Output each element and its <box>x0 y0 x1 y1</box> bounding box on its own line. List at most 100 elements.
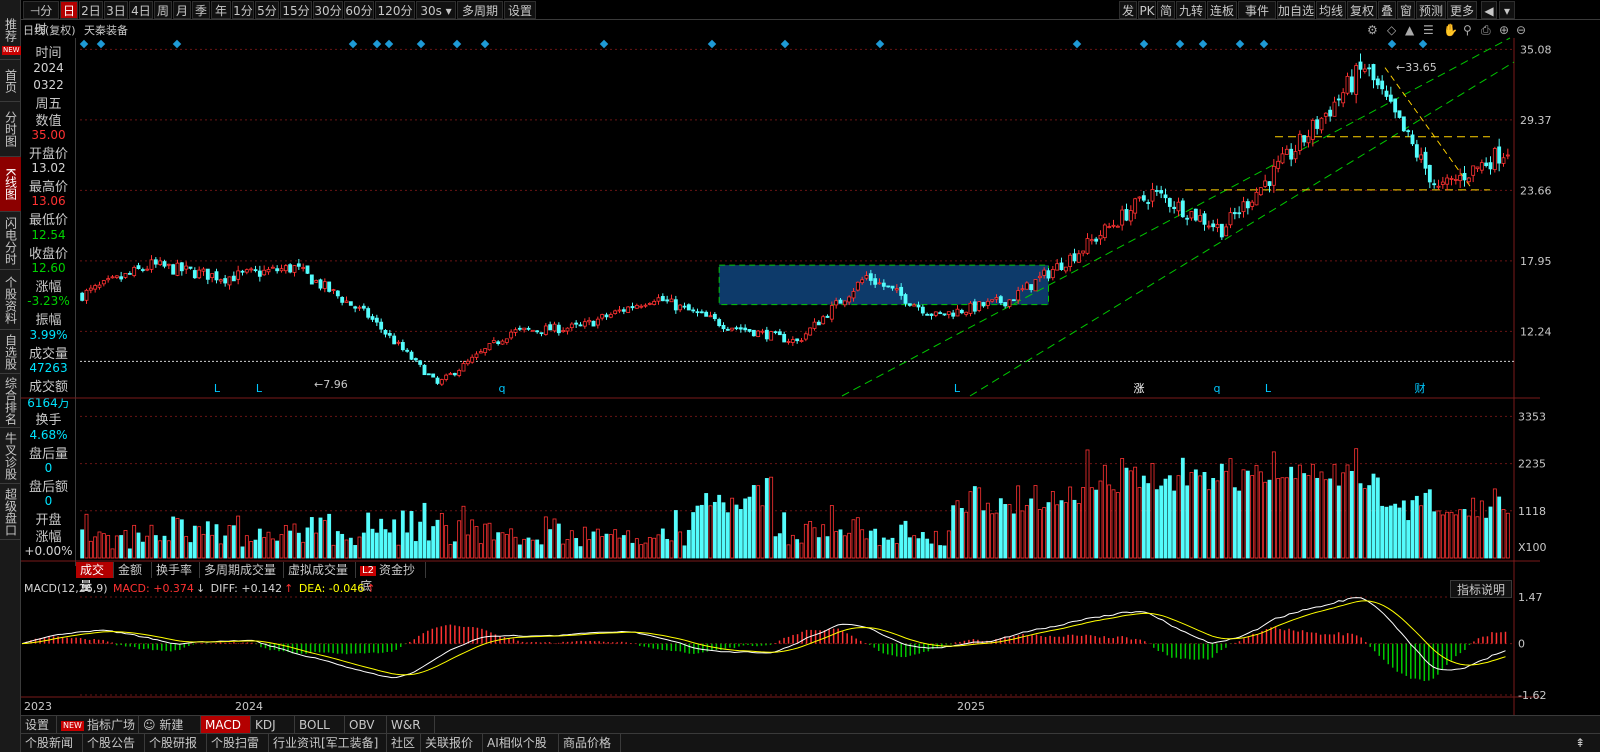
indicator-tab-5[interactable]: BOLL <box>295 716 345 734</box>
info-tab-6[interactable]: 关联报价 <box>421 734 483 752</box>
info-tab-7[interactable]: AI相似个股 <box>483 734 559 752</box>
volume-bar <box>1189 472 1194 559</box>
candle-body <box>309 274 314 285</box>
indicator-tab-2[interactable]: ☺ 新建 <box>139 716 201 734</box>
info-diamond-icon <box>172 39 182 49</box>
volume-tab-1[interactable]: 金额 <box>114 562 152 578</box>
volume-bar <box>171 516 176 559</box>
volume-bar <box>1436 510 1441 559</box>
macd-axis-label: -1.62 <box>1518 689 1546 702</box>
candle-body <box>1245 201 1250 209</box>
volume-bar <box>1393 503 1398 559</box>
candle-body <box>110 276 115 279</box>
volume-tab-3[interactable]: 多周期成交量 <box>200 562 284 578</box>
indicator-tab-6[interactable]: OBV <box>345 716 387 734</box>
candle-body <box>396 341 401 344</box>
volume-bar <box>288 530 293 559</box>
candle-body <box>504 338 509 343</box>
volume-tab-4[interactable]: 虚拟成交量 <box>284 562 356 578</box>
info-tab-2[interactable]: 个股研报 <box>145 734 207 752</box>
candle-body <box>1011 299 1016 302</box>
candle-body <box>257 270 262 277</box>
kline-chart[interactable]: 35.08 29.37 23.66 17.95 12.24 ←33.65 ←7.96 L Lq L… <box>0 0 1600 752</box>
volume-bar <box>526 537 531 559</box>
volume-bar <box>530 539 535 559</box>
candle-body <box>751 329 756 337</box>
candle-body <box>899 286 904 296</box>
candle-body <box>448 373 453 376</box>
candle-body <box>1423 151 1428 169</box>
candle-body <box>738 327 743 330</box>
indicator-tab-4[interactable]: KDJ <box>251 716 295 734</box>
candle-body <box>1306 136 1311 144</box>
candle-body <box>1033 279 1038 292</box>
volume-bar <box>660 528 665 559</box>
info-tab-0[interactable]: 个股新闻 <box>21 734 83 752</box>
indicator-tab-7[interactable]: W&R <box>387 716 435 734</box>
candle-body <box>821 316 826 325</box>
candle-body <box>322 281 327 289</box>
candle-body <box>816 321 821 326</box>
candle-body <box>1089 239 1094 242</box>
info-tab-3[interactable]: 个股扫雷 <box>207 734 269 752</box>
candle-body <box>782 333 787 343</box>
volume-bar <box>561 543 566 559</box>
volume-bar <box>1458 509 1463 559</box>
candle-body <box>786 341 791 343</box>
volume-bar <box>1003 504 1008 559</box>
volume-tab-5[interactable]: L2 资金抄底 <box>356 562 426 593</box>
indicator-tab-0[interactable]: 设置 <box>21 716 57 734</box>
info-diamond-icon <box>1387 39 1397 49</box>
volume-bar <box>829 505 834 559</box>
volume-tab-2[interactable]: 换手率 <box>152 562 200 578</box>
indicator-tab-3[interactable]: MACD <box>201 716 251 734</box>
volume-bar <box>123 530 128 559</box>
volume-bar <box>340 533 345 559</box>
volume-tab-0[interactable]: 成交量 <box>76 562 114 593</box>
info-tab-1[interactable]: 个股公告 <box>83 734 145 752</box>
info-tab-4[interactable]: 行业资讯[军工装备] <box>269 734 387 752</box>
candle-body <box>1380 80 1385 90</box>
volume-bar <box>179 519 184 559</box>
candle-body <box>348 301 353 306</box>
indicator-help-button[interactable]: 指标说明 <box>1450 580 1512 598</box>
volume-bar <box>838 529 843 559</box>
info-tab-5[interactable]: 社区 <box>387 734 421 752</box>
macd-axis-label: 1.47 <box>1518 591 1543 604</box>
candle-body <box>461 363 466 372</box>
info-diamond-icon <box>875 39 885 49</box>
volume-bar <box>751 485 756 559</box>
info-diamond-icon <box>416 39 426 49</box>
indicator-tab-1[interactable]: NEW 指标广场 <box>57 716 139 734</box>
chart-tool-icon-0: ⚙ <box>1367 23 1378 37</box>
volume-bar <box>1423 492 1428 559</box>
volume-bar <box>262 537 267 559</box>
info-tab-8[interactable]: 商品价格 <box>559 734 621 752</box>
candle-body <box>994 297 999 300</box>
candle-body <box>587 319 592 323</box>
collapse-icon[interactable]: ⇞ <box>1571 734 1595 752</box>
candle-body <box>1250 201 1255 207</box>
candle-body <box>834 300 839 306</box>
candle-body <box>777 331 782 336</box>
candle-body <box>955 308 960 317</box>
candle-body <box>123 273 128 278</box>
candle-body <box>630 306 635 309</box>
candle-body <box>556 324 561 334</box>
candle-body <box>1341 92 1346 104</box>
candle-body <box>491 340 496 343</box>
candle-body <box>444 374 449 380</box>
volume-bar <box>413 541 418 559</box>
candle-body <box>617 309 622 312</box>
candle-body <box>1319 117 1324 131</box>
volume-bar <box>1267 479 1272 559</box>
candle-body <box>721 324 726 330</box>
candle-body <box>1293 151 1298 160</box>
volume-bar <box>1323 479 1328 559</box>
macd-axis-label: 0 <box>1518 638 1525 651</box>
candle-body <box>608 314 613 318</box>
volume-bar <box>894 543 899 559</box>
candle-body <box>158 260 163 265</box>
candle-body <box>613 310 618 314</box>
volume-bar <box>231 525 236 559</box>
